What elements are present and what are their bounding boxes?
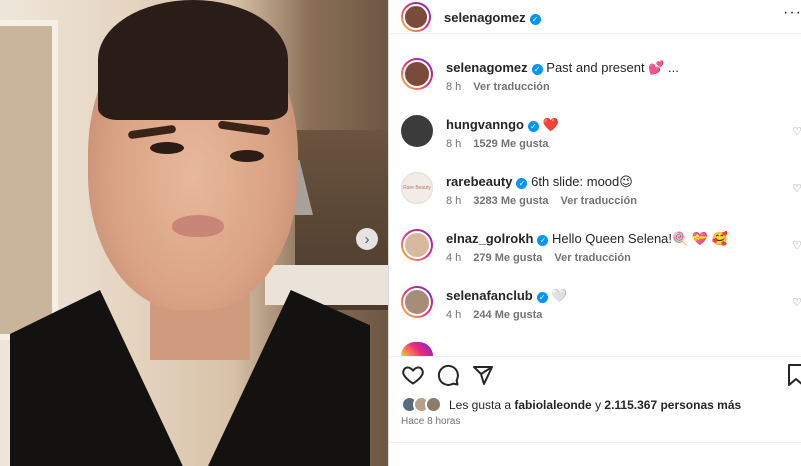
- comment-avatar[interactable]: [401, 286, 433, 318]
- post-modal: › selenagomez ✓ ··· selenagomez ✓ Past and…: [0, 0, 801, 466]
- photo-eye-right: [230, 150, 264, 162]
- comment-meta: 8 h 1529 Me gusta: [446, 138, 561, 150]
- comment-username[interactable]: rarebeauty: [446, 174, 512, 189]
- comment-time: 8 h: [446, 138, 462, 150]
- author-username[interactable]: selenagomez: [444, 10, 526, 25]
- comment-avatar[interactable]: [401, 115, 433, 147]
- rarebeauty-logo: Rare Beauty: [403, 185, 431, 191]
- photo-eye-left: [150, 142, 184, 154]
- likes-user[interactable]: fabiolaleonde: [514, 398, 591, 412]
- comment-likes-count[interactable]: 279 Me gusta: [473, 252, 542, 264]
- comment-like-heart-icon[interactable]: ♡: [792, 182, 801, 195]
- comment-item: elnaz_golrokh ✓ Hello Queen Selena!🍭 💝 🥰 …: [389, 229, 801, 285]
- post-time-ago[interactable]: Hace 8 horas: [401, 416, 460, 427]
- comment-username[interactable]: selenafanclub: [446, 288, 533, 303]
- post-header: selenagomez ✓ ···: [389, 0, 801, 34]
- comment-item: selenafanclub ✓ 🤍 4 h 244 Me gusta ♡: [389, 286, 801, 342]
- comment-time: 8 h: [446, 81, 462, 93]
- chevron-right-icon[interactable]: ›: [356, 228, 378, 250]
- comment-meta: 4 h 244 Me gusta: [446, 309, 554, 321]
- comment-avatar[interactable]: [401, 58, 433, 90]
- comment-meta: 8 h Ver traducción: [446, 81, 562, 93]
- comment-avatar-partial: [401, 342, 433, 356]
- verified-badge-icon: ✓: [531, 64, 543, 75]
- comment-username[interactable]: hungvanngo: [446, 117, 524, 132]
- action-bar: [389, 356, 801, 392]
- heart-outline-icon[interactable]: [401, 363, 425, 387]
- more-dots-icon[interactable]: ···: [783, 4, 801, 22]
- photo-lips: [172, 215, 224, 237]
- comment-likes-count[interactable]: 244 Me gusta: [473, 309, 542, 321]
- comment-bubble-icon[interactable]: [436, 363, 460, 387]
- comment-like-heart-icon[interactable]: ♡: [792, 239, 801, 252]
- comment-text: selenafanclub ✓ 🤍: [446, 288, 568, 304]
- liker-avatars: [401, 396, 445, 414]
- comment-item: Rare Beauty rarebeauty ✓ 6th slide: mood😉…: [389, 172, 801, 228]
- comment-text: rarebeauty ✓ 6th slide: mood😉: [446, 174, 633, 190]
- post-details-panel: selenagomez ✓ ··· selenagomez ✓ Past and p…: [388, 0, 801, 466]
- comment-likes-count[interactable]: 1529 Me gusta: [473, 138, 548, 150]
- verified-badge-icon: ✓: [536, 292, 548, 303]
- add-comment-bar: [389, 442, 801, 466]
- verified-badge-icon: ✓: [529, 14, 541, 25]
- comment-item: selenagomez ✓ Past and present 💕 ... 8 h V…: [389, 58, 801, 114]
- see-translation-link[interactable]: Ver traducción: [473, 81, 549, 93]
- verified-badge-icon: ✓: [528, 121, 539, 132]
- comment-body: Past and present 💕 ...: [546, 60, 679, 75]
- comment-item: hungvanngo ✓ ❤️ 8 h 1529 Me gusta ♡: [389, 115, 801, 171]
- photo-door: [0, 20, 58, 340]
- comment-meta: 4 h 279 Me gusta Ver traducción: [446, 252, 643, 264]
- comment-text: hungvanngo ✓ ❤️: [446, 117, 559, 133]
- comment-like-heart-icon[interactable]: ♡: [792, 125, 801, 138]
- comment-text: selenagomez ✓ Past and present 💕 ...: [446, 60, 679, 76]
- author-name-row: selenagomez ✓: [444, 9, 541, 27]
- comment-time: 8 h: [446, 195, 462, 207]
- comment-avatar[interactable]: Rare Beauty: [401, 172, 433, 204]
- liker-avatar: [425, 396, 442, 413]
- comment-like-heart-icon[interactable]: ♡: [792, 296, 801, 309]
- comment-time: 4 h: [446, 252, 462, 264]
- comment-body: ❤️: [542, 117, 559, 132]
- comment-meta: 8 h 3283 Me gusta Ver traducción: [446, 195, 649, 207]
- comment-time: 4 h: [446, 309, 462, 321]
- see-translation-link[interactable]: Ver traducción: [561, 195, 637, 207]
- comment-username[interactable]: elnaz_golrokh: [446, 231, 533, 246]
- comment-username[interactable]: selenagomez: [446, 60, 528, 75]
- comment-body: 6th slide: mood😉: [531, 174, 633, 189]
- photo-hair: [98, 0, 288, 120]
- likes-row: Les gusta a fabiolaleonde y 2.115.367 pe…: [401, 396, 801, 416]
- comment-likes-count[interactable]: 3283 Me gusta: [473, 195, 548, 207]
- likes-text[interactable]: Les gusta a fabiolaleonde y 2.115.367 pe…: [449, 398, 741, 412]
- likes-prefix: Les gusta a: [449, 398, 515, 412]
- likes-middle: y: [591, 398, 605, 412]
- comment-body: Hello Queen Selena!🍭 💝 🥰: [552, 231, 728, 246]
- verified-badge-icon: ✓: [537, 235, 549, 246]
- comment-avatar[interactable]: [401, 229, 433, 261]
- comment-text: elnaz_golrokh ✓ Hello Queen Selena!🍭 💝 🥰: [446, 231, 728, 247]
- likes-count[interactable]: 2.115.367 personas más: [604, 398, 741, 412]
- comment-body: 🤍: [551, 288, 568, 303]
- see-translation-link[interactable]: Ver traducción: [554, 252, 630, 264]
- author-avatar[interactable]: [401, 2, 431, 32]
- paper-plane-icon[interactable]: [471, 363, 495, 387]
- photo-counter: [265, 265, 388, 305]
- verified-badge-icon: ✓: [516, 178, 528, 189]
- bookmark-icon[interactable]: [786, 363, 801, 387]
- post-photo[interactable]: ›: [0, 0, 388, 466]
